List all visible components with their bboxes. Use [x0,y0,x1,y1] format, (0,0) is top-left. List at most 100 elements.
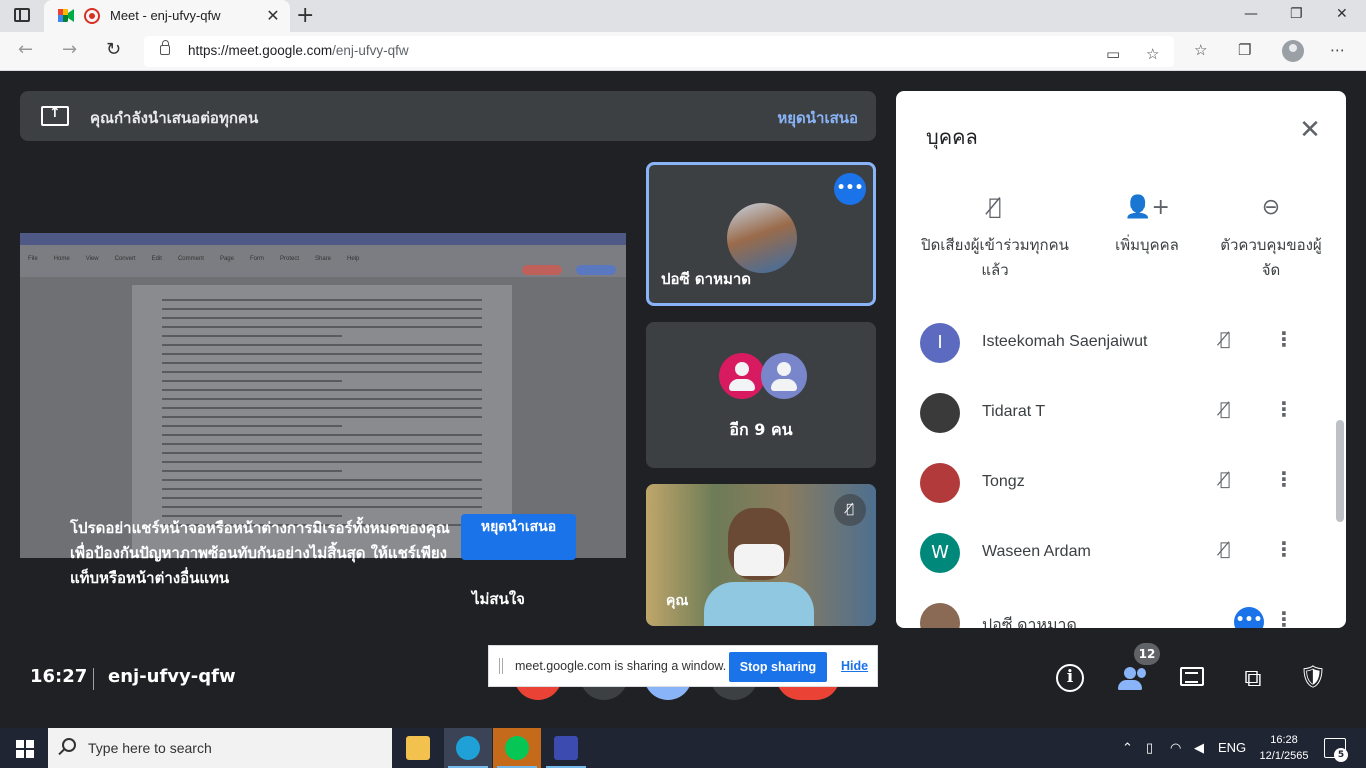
doc-text-line [162,398,482,400]
line-icon [505,736,529,760]
doc-text-line [162,461,482,463]
participant-row[interactable]: I Isteekomah Saenjaiwut 🎙̸ ⋮ [920,309,1330,379]
participant-name: Isteekomah Saenjaiwut [982,333,1148,350]
dismiss-button[interactable]: ไม่สนใจ [472,587,525,611]
taskbar-search[interactable]: Type here to search [48,728,392,768]
close-icon[interactable]: ✕ [1296,115,1324,145]
language-indicator[interactable]: ENG [1218,740,1246,755]
presenting-text: คุณกำลังนำเสนอต่อทุกคน [90,109,259,127]
doc-text-line [162,434,482,436]
device-icon[interactable]: ▯ [1146,740,1153,756]
doc-text-line [162,380,342,382]
tab-close-icon[interactable]: ✕ [264,6,282,25]
edge-app[interactable] [444,728,492,768]
doc-text-line [162,389,482,391]
doc-text-line [162,488,482,490]
participant-row[interactable]: Tongz 🎙̸ ⋮ [920,449,1330,519]
reload-icon[interactable]: ↻ [106,39,121,60]
stop-sharing-button[interactable]: Stop sharing [729,652,827,682]
hide-link[interactable]: Hide [841,659,868,673]
doc-menu-item: Form [249,256,264,262]
participant-tile-main[interactable]: ••• ปอซี ดาหมาด [646,162,876,306]
doc-menu-item: Help [347,256,360,262]
speaking-indicator-icon: ••• [1234,607,1264,628]
participant-name: ปอซี ดาหมาด [982,617,1077,628]
url-field[interactable]: https://meet.google.com/enj-ufvy-qfw ▭ ☆ [144,36,1174,67]
tray-chevron-icon[interactable]: ⌃ [1122,740,1133,756]
participant-avatar [727,203,797,273]
participant-row[interactable]: W Waseen Ardam 🎙̸ ⋮ [920,519,1330,589]
window-close-button[interactable]: ✕ [1336,6,1348,22]
people-icon[interactable] [1116,661,1150,695]
recording-icon [84,8,100,24]
windows-start-icon[interactable] [16,740,34,758]
line-app[interactable] [493,728,541,768]
meeting-details-icon[interactable]: i [1056,664,1084,692]
host-controls-button[interactable]: ⊖ ตัวควบคุมของผู้จัด [1216,195,1326,283]
stop-presenting-link[interactable]: หยุดนำเสนอ [777,106,858,130]
activities-icon[interactable]: ⧉ [1236,661,1270,695]
tab-actions-icon[interactable] [14,8,30,22]
file-explorer-app[interactable] [394,728,442,768]
drag-handle-icon[interactable] [499,658,503,674]
settings-more-icon[interactable]: ⋯ [1330,41,1345,59]
doc-menu-item: Edit [151,256,162,262]
new-tab-button[interactable]: + [296,3,314,28]
participant-row[interactable]: Tidarat T 🎙̸ ⋮ [920,379,1330,449]
doc-text-line [162,443,482,445]
tab-title: Meet - enj-ufvy-qfw [110,8,221,23]
more-vert-icon[interactable]: ⋮ [1272,467,1296,491]
more-options-icon[interactable]: ••• [834,173,866,205]
doc-menu-item: Page [219,256,234,262]
taskbar-clock[interactable]: 16:28 12/1/2565 [1254,732,1314,764]
doc-titlebar [20,233,626,245]
doc-menu-item: Protect [279,256,299,262]
doc-text-line [162,506,482,508]
add-favorite-icon[interactable]: ☆ [1146,45,1159,63]
doc-menu-item: Comment [177,256,204,262]
window-sharing-bar: meet.google.com is sharing a window. Sto… [488,645,878,687]
host-controls-shield-icon[interactable]: 🛡 [1296,661,1330,695]
document-app[interactable] [542,728,590,768]
camera-icon[interactable]: ▭ [1106,45,1120,63]
chat-icon[interactable] [1176,661,1210,695]
more-vert-icon[interactable]: ⋮ [1272,397,1296,421]
lock-icon[interactable] [160,40,170,55]
sharing-status-text: meet.google.com is sharing a window. [515,659,727,673]
browser-tab[interactable]: Meet - enj-ufvy-qfw ✕ [44,0,290,32]
notification-badge: 5 [1334,748,1348,762]
collections-icon[interactable]: ❐ [1238,41,1251,59]
add-people-button[interactable]: 👤+ เพิ่มบุคคล [1112,195,1182,258]
meeting-time: 16:27 [30,666,88,687]
volume-icon[interactable]: ◀ [1194,740,1204,756]
doc-text-line [162,353,482,355]
presenting-banner: คุณกำลังนำเสนอต่อทุกคน หยุดนำเสนอ [20,91,876,141]
doc-button [576,265,616,275]
participant-row[interactable]: ปอซี ดาหมาด ••• ⋮ [920,589,1330,628]
more-vert-icon[interactable]: ⋮ [1272,537,1296,561]
wifi-icon[interactable]: ◠ [1170,740,1181,756]
mic-off-icon: 🎙̸ [1219,399,1231,420]
participant-avatar [719,353,765,399]
restore-button[interactable]: ❐ [1290,6,1303,22]
more-vert-icon[interactable]: ⋮ [1272,607,1296,628]
more-participants-tile[interactable]: อีก 9 คน [646,322,876,468]
mute-all-button[interactable]: 🎙̸ ปิดเสียงผู้เข้าร่วมทุกคนแล้ว [920,195,1070,283]
doc-text-line [162,371,482,373]
avatar [920,463,960,503]
participant-name: Waseen Ardam [982,543,1091,560]
self-video-tile[interactable]: 🎙̸ คุณ [646,484,876,626]
toggle-icon: ⊖ [1261,195,1281,220]
more-vert-icon[interactable]: ⋮ [1272,327,1296,351]
profile-avatar[interactable] [1282,40,1304,62]
people-panel: บุคคล ✕ 🎙̸ ปิดเสียงผู้เข้าร่วมทุกคนแล้ว … [896,91,1346,628]
back-arrow-icon[interactable]: ← [18,39,33,60]
stop-presenting-button[interactable]: หยุดนำเสนอ [461,514,576,560]
divider [93,668,94,690]
forward-arrow-icon[interactable]: → [62,39,77,60]
doc-text-line [162,308,482,310]
shared-screen-preview: File Home View Convert Edit Comment Page Form Pr… [20,233,626,558]
favorites-icon[interactable]: ☆ [1194,41,1207,59]
panel-scrollbar[interactable] [1336,420,1344,522]
minimize-button[interactable]: — [1244,6,1258,22]
